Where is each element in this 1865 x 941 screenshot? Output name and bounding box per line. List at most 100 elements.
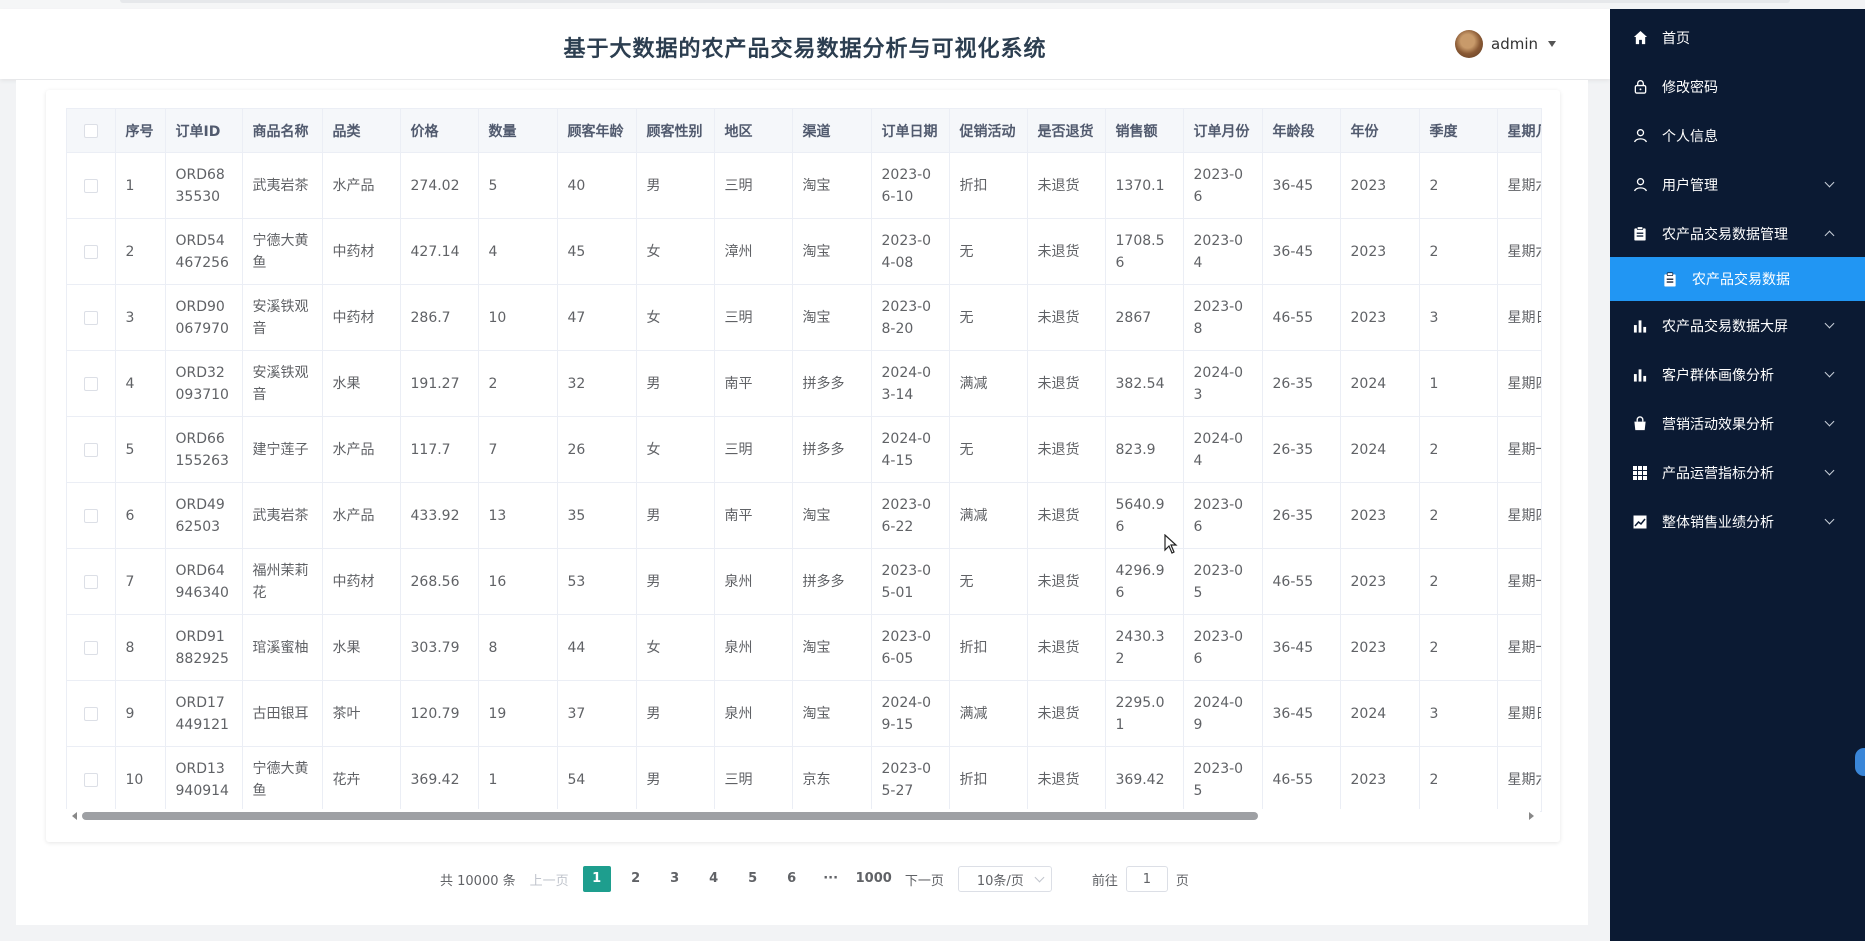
table-card: 序号 订单ID 商品名称 品类 价格 数量 顾客年龄 顾客性别 地区 渠道 订单日期 促销活动 是否退货…: [46, 90, 1560, 842]
page-button[interactable]: 6: [778, 866, 806, 892]
table-cell: 10: [115, 746, 166, 811]
table-cell: 369.42: [1105, 746, 1184, 811]
horizontal-scrollbar[interactable]: [66, 809, 1540, 823]
sidebar-item[interactable]: 修改密码: [1610, 62, 1865, 111]
row-checkbox[interactable]: [83, 574, 98, 589]
page-button[interactable]: 5: [739, 866, 767, 892]
table-cell: 427.14: [400, 218, 479, 285]
table-cell: 26: [557, 416, 637, 483]
table-cell: 淘宝: [792, 482, 872, 549]
sidebar-item-label: 产品运营指标分析: [1662, 465, 1774, 482]
table-row[interactable]: 4 ORD32093710 安溪铁观音 水果 191.27 2 32 男南平 拼多多 2024-0…: [67, 350, 1541, 417]
column-header: 销售额: [1105, 109, 1184, 153]
table-cell: 2: [1419, 152, 1498, 219]
table-cell: 2023: [1340, 284, 1420, 351]
sidebar-item[interactable]: 个人信息: [1610, 111, 1865, 160]
table-cell: 2: [1419, 482, 1498, 549]
row-checkbox[interactable]: [83, 640, 98, 655]
row-checkbox[interactable]: [83, 244, 98, 259]
row-checkbox[interactable]: [83, 772, 98, 787]
caret-down-icon: [1548, 41, 1556, 47]
select-all-checkbox[interactable]: [83, 123, 98, 138]
table-cell: 46-55: [1262, 284, 1341, 351]
row-checkbox[interactable]: [83, 508, 98, 523]
sidebar-item[interactable]: 农产品交易数据大屏: [1610, 301, 1865, 350]
trend-icon: [1632, 514, 1648, 530]
next-page-button[interactable]: 下一页: [905, 870, 944, 889]
table-row[interactable]: 3 ORD90067970 安溪铁观音 中药材 286.7 10 47 女三明 淘宝 2023-0…: [67, 284, 1541, 351]
table-cell: 茶叶: [322, 680, 401, 747]
scroll-right-icon[interactable]: [1529, 812, 1534, 820]
table-cell: 26-35: [1262, 482, 1341, 549]
user-menu[interactable]: admin: [1455, 30, 1556, 58]
column-header: 是否退货: [1027, 109, 1106, 153]
table-cell: 2024: [1340, 416, 1420, 483]
sidebar-item[interactable]: 农产品交易数据管理: [1610, 209, 1865, 258]
table-row[interactable]: 6 ORD4962503 武夷岩茶 水产品 433.92 13 35 男南平 淘宝 2023-06…: [67, 482, 1541, 549]
table-cell: 4296.96: [1105, 548, 1184, 615]
table-cell: 三明: [714, 416, 793, 483]
page-button[interactable]: 4: [700, 866, 728, 892]
table-cell: 淘宝: [792, 152, 872, 219]
browser-top-strip: [0, 0, 1790, 9]
table-cell: 女: [636, 218, 715, 285]
more-pages-button[interactable]: ···: [817, 866, 845, 892]
sidebar-item[interactable]: 用户管理: [1610, 160, 1865, 209]
scroll-left-icon[interactable]: [72, 812, 77, 820]
table-row[interactable]: 10 ORD13940914 宁德大黄鱼 花卉 369.42 1 54 男三明 京东 2023-0…: [67, 746, 1541, 811]
row-checkbox[interactable]: [83, 442, 98, 457]
table-cell: ORD32093710: [165, 350, 243, 417]
table-cell: 13: [478, 482, 558, 549]
floating-handle[interactable]: [1855, 748, 1865, 776]
table-cell: 36-45: [1262, 218, 1341, 285]
column-header: 订单月份: [1183, 109, 1263, 153]
row-checkbox[interactable]: [83, 706, 98, 721]
sidebar-item[interactable]: 产品运营指标分析: [1610, 448, 1865, 497]
sidebar-item[interactable]: 整体销售业绩分析: [1610, 497, 1865, 546]
page-button[interactable]: 1000: [856, 866, 892, 892]
table-cell: 漳州: [714, 218, 793, 285]
table-cell: 2867: [1105, 284, 1184, 351]
row-checkbox-cell: [67, 680, 116, 747]
table-row[interactable]: 5 ORD66155263 建宁莲子 水产品 117.7 7 26 女三明 拼多多 2024-04…: [67, 416, 1541, 483]
table-cell: 水产品: [322, 482, 401, 549]
table-row[interactable]: 9 ORD17449121 古田银耳 茶叶 120.79 19 37 男泉州 淘宝 2024-09…: [67, 680, 1541, 747]
page-button[interactable]: 1: [582, 866, 611, 892]
table-cell: 水果: [322, 350, 401, 417]
scrollbar-thumb[interactable]: [82, 812, 1258, 820]
table-cell: 36-45: [1262, 614, 1341, 681]
table-cell: 中药材: [322, 218, 401, 285]
table-cell: 36-45: [1262, 680, 1341, 747]
table-cell: 2023-06-05: [871, 614, 950, 681]
table-cell: 中药材: [322, 284, 401, 351]
table-row[interactable]: 8 ORD91882925 琯溪蜜柚 水果 303.79 8 44 女泉州 淘宝 2023-06-…: [67, 614, 1541, 681]
table-cell: 3: [1419, 680, 1498, 747]
page-button[interactable]: 3: [661, 866, 689, 892]
table-cell: 无: [949, 416, 1028, 483]
table-cell: 折扣: [949, 152, 1028, 219]
table-cell: ORD6835530: [165, 152, 243, 219]
sidebar-item[interactable]: 首页: [1610, 13, 1865, 62]
table-row[interactable]: 7 ORD64946340 福州茉莉花 中药材 268.56 16 53 男泉州 拼多多 2023…: [67, 548, 1541, 615]
column-header: 地区: [714, 109, 793, 153]
table-cell: 星期六: [1497, 218, 1541, 285]
page-button[interactable]: 2: [622, 866, 650, 892]
row-checkbox[interactable]: [83, 376, 98, 391]
table-row[interactable]: 1 ORD6835530 武夷岩茶 水产品 274.02 5 40 男三明 淘宝 2023-06-…: [67, 152, 1541, 219]
chevron-down-icon: [1824, 465, 1835, 476]
table-cell: 2: [478, 350, 558, 417]
sidebar-item[interactable]: 客户群体画像分析: [1610, 350, 1865, 399]
goto-page-input[interactable]: 1: [1125, 866, 1168, 892]
table-cell: ORD91882925: [165, 614, 243, 681]
sidebar-item[interactable]: 农产品交易数据: [1610, 257, 1865, 301]
sidebar-item[interactable]: 营销活动效果分析: [1610, 399, 1865, 448]
table-row[interactable]: 2 ORD54467256 宁德大黄鱼 中药材 427.14 4 45 女漳州 淘宝 2023-0…: [67, 218, 1541, 285]
row-checkbox[interactable]: [83, 310, 98, 325]
prev-page-button[interactable]: 上一页: [530, 870, 569, 889]
row-checkbox[interactable]: [83, 178, 98, 193]
table-cell: 1: [478, 746, 558, 811]
table-cell: 2023-06-22: [871, 482, 950, 549]
table-cell: 2295.01: [1105, 680, 1184, 747]
page-size-select[interactable]: 10条/页: [957, 866, 1052, 892]
table-cell: 未退货: [1027, 746, 1106, 811]
